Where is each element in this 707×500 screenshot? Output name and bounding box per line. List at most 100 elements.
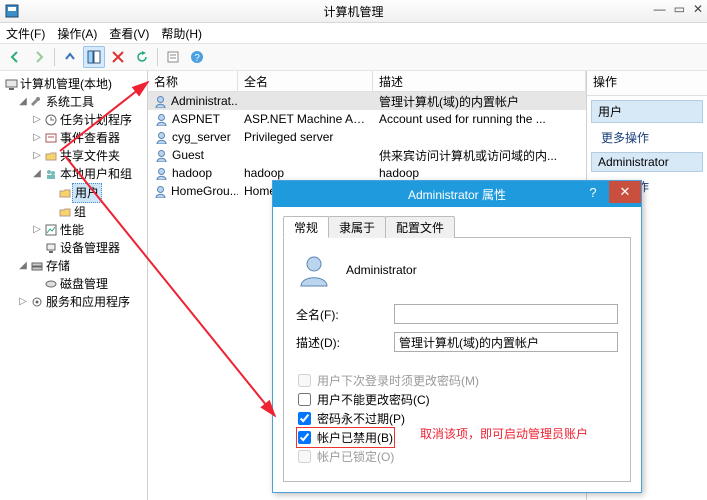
user-icon (154, 166, 168, 180)
actions-header: 操作 (587, 71, 707, 96)
dialog-tabstrip: 常规 隶属于 配置文件 (283, 215, 631, 238)
tree-users[interactable]: 用户 (46, 183, 147, 203)
window-title: 计算机管理 (0, 3, 707, 20)
tree-system-tools[interactable]: ◢ 系统工具 (18, 93, 147, 111)
toolbar: ? (0, 44, 707, 71)
tree-groups-label: 组 (74, 203, 86, 221)
shared-folder-icon (44, 149, 58, 163)
tree-local-users-groups[interactable]: ◢本地用户和组 (32, 165, 147, 183)
chk-cannot-change-label: 用户不能更改密码(C) (317, 391, 430, 408)
list-header: 名称 全名 描述 (148, 71, 586, 92)
tree-device-manager-label: 设备管理器 (60, 239, 120, 257)
tree-performance[interactable]: ▷性能 (32, 221, 147, 239)
wrench-icon (30, 95, 44, 109)
actions-section-users[interactable]: 用户 (591, 100, 703, 123)
tab-general-page: Administrator 全名(F): 描述(D): 用户下次登录时须更改密码… (283, 238, 631, 482)
tree-disk-mgmt-label: 磁盘管理 (60, 275, 108, 293)
users-group-icon (44, 167, 58, 181)
tree-event-viewer[interactable]: ▷事件查看器 (32, 129, 147, 147)
tree-storage-label: 存储 (46, 257, 70, 275)
nav-back-button[interactable] (4, 46, 26, 68)
tree-users-label: 用户 (72, 183, 102, 203)
help-button[interactable]: ? (186, 46, 208, 68)
annotation-text: 取消该项，即可启动管理员账户 (420, 425, 588, 442)
tree-shared-folders-label: 共享文件夹 (60, 147, 120, 165)
cell-name: hadoop (148, 166, 238, 180)
properties-button[interactable] (162, 46, 184, 68)
services-icon (30, 295, 44, 309)
tree-event-viewer-label: 事件查看器 (60, 129, 120, 147)
tree-performance-label: 性能 (60, 221, 84, 239)
computer-icon (4, 77, 18, 91)
menubar: 文件(F) 操作(A) 查看(V) 帮助(H) (0, 23, 707, 44)
chk-account-locked-label: 帐户已锁定(O) (317, 448, 394, 465)
user-row[interactable]: Guest供来宾访问计算机或访问域的内... (148, 146, 586, 164)
delete-button[interactable] (107, 46, 129, 68)
device-manager-icon (44, 241, 58, 255)
user-icon (154, 94, 167, 108)
desc-label: 描述(D): (296, 334, 386, 351)
menu-file[interactable]: 文件(F) (6, 25, 45, 42)
properties-dialog: Administrator 属性 ? ✕ 常规 隶属于 配置文件 Adminis… (272, 180, 642, 493)
col-fullname[interactable]: 全名 (238, 71, 373, 91)
toggle-tree-button[interactable] (83, 46, 105, 68)
tree-task-scheduler-label: 任务计划程序 (60, 111, 132, 129)
col-description[interactable]: 描述 (373, 71, 586, 91)
cell-fullname: ASP.NET Machine Acc... (238, 112, 373, 126)
cell-name: HomeGrou... (148, 184, 238, 198)
minimize-button[interactable]: — (654, 2, 666, 16)
chk-never-expire-label: 密码永不过期(P) (317, 410, 405, 427)
user-icon (154, 130, 168, 144)
close-button[interactable]: ✕ (693, 2, 703, 16)
user-large-icon (296, 252, 332, 288)
folder-icon (58, 186, 72, 200)
refresh-button[interactable] (131, 46, 153, 68)
desc-input[interactable] (394, 332, 618, 352)
user-row[interactable]: ASPNETASP.NET Machine Acc...Account used… (148, 110, 586, 128)
tree-pane: 计算机管理(本地) ◢ 系统工具 ▷任务计划程序 ▷事件查看器 (0, 71, 148, 500)
menu-view[interactable]: 查看(V) (109, 25, 149, 42)
tree-storage[interactable]: ◢存储 (18, 257, 147, 275)
tree-device-manager[interactable]: 设备管理器 (32, 239, 147, 257)
tree-services-apps[interactable]: ▷服务和应用程序 (18, 293, 147, 311)
actions-more-users[interactable]: 更多操作 (587, 127, 707, 148)
tree-local-users-groups-label: 本地用户和组 (60, 165, 132, 183)
fullname-label: 全名(F): (296, 306, 386, 323)
menu-help[interactable]: 帮助(H) (161, 25, 202, 42)
dialog-close-button[interactable]: ✕ (609, 181, 641, 203)
tree-groups[interactable]: 组 (46, 203, 147, 221)
tree-shared-folders[interactable]: ▷共享文件夹 (32, 147, 147, 165)
col-name[interactable]: 名称 (148, 71, 238, 91)
cell-description: 管理计算机(域)的内置帐户 (373, 93, 586, 110)
tab-profile[interactable]: 配置文件 (385, 216, 455, 238)
menu-action[interactable]: 操作(A) (57, 25, 97, 42)
storage-icon (30, 259, 44, 273)
user-row[interactable]: Administrat... 管理计算机(域)的内置帐户 (148, 92, 586, 110)
tree-task-scheduler[interactable]: ▷任务计划程序 (32, 111, 147, 129)
folder-icon (58, 205, 72, 219)
actions-section-admin[interactable]: Administrator (591, 152, 703, 172)
cell-fullname: hadoop (238, 166, 373, 180)
dialog-help-button[interactable]: ? (577, 181, 609, 203)
cell-name: Administrat... (148, 94, 238, 108)
maximize-button[interactable]: ▭ (674, 2, 685, 16)
clock-icon (44, 113, 58, 127)
chk-account-locked (298, 450, 311, 463)
chk-cannot-change[interactable] (298, 393, 311, 406)
tree-root[interactable]: 计算机管理(本地) (4, 75, 147, 93)
tree-disk-mgmt[interactable]: 磁盘管理 (32, 275, 147, 293)
chk-account-disabled[interactable] (298, 431, 311, 444)
nav-forward-button[interactable] (28, 46, 50, 68)
tab-memberof[interactable]: 隶属于 (328, 216, 386, 238)
cell-description: 供来宾访问计算机或访问域的内... (373, 147, 586, 164)
tab-general[interactable]: 常规 (283, 216, 329, 238)
user-icon (154, 184, 167, 198)
fullname-input[interactable] (394, 304, 618, 324)
nav-up-button[interactable] (59, 46, 81, 68)
chk-must-change-label: 用户下次登录时须更改密码(M) (317, 372, 479, 389)
tree-system-tools-label: 系统工具 (46, 93, 94, 111)
user-row[interactable]: cyg_serverPrivileged server (148, 128, 586, 146)
event-icon (44, 131, 58, 145)
chk-never-expire[interactable] (298, 412, 311, 425)
cell-name: ASPNET (148, 112, 238, 126)
